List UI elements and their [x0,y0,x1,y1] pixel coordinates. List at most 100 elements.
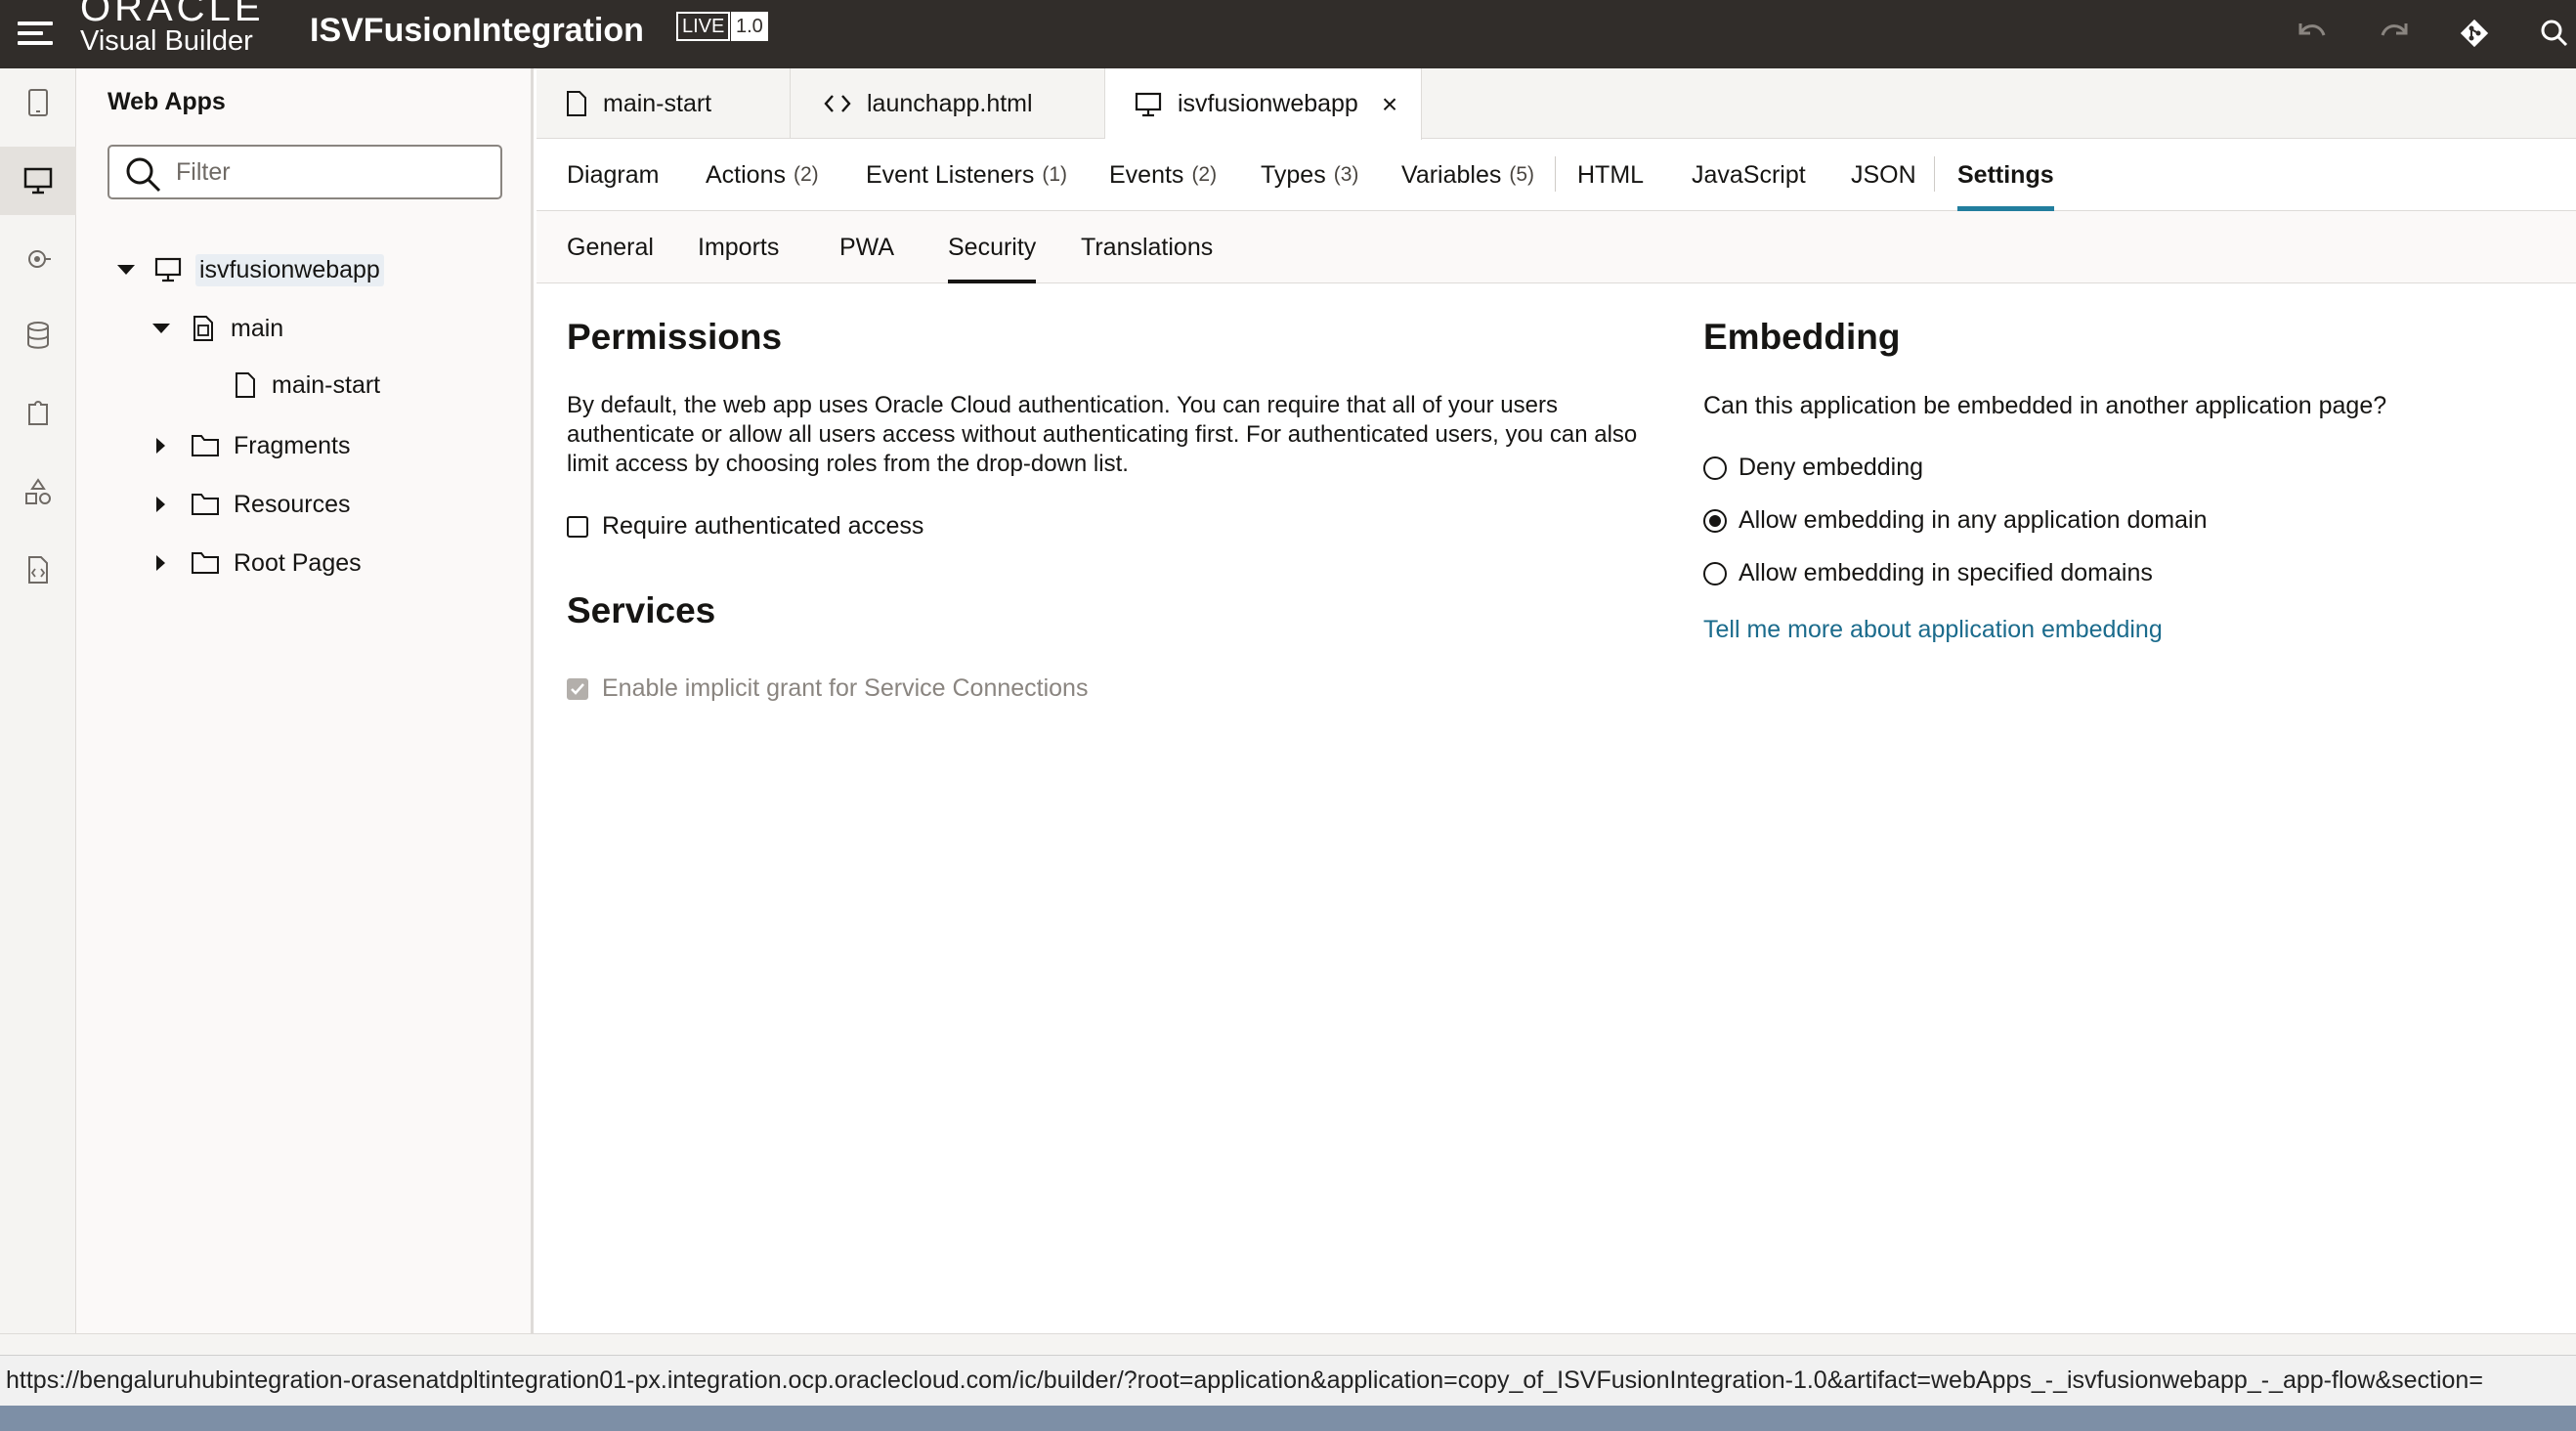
tree-node-root-pages[interactable]: Root Pages [156,542,362,585]
business-objects-icon[interactable] [0,301,76,369]
tab-variables[interactable]: Variables (5) [1401,139,1534,211]
checkbox-label: Enable implicit grant for Service Connec… [602,674,1089,702]
tree-node-isvfusionwebapp[interactable]: isvfusionwebapp [117,248,384,291]
embedding-heading: Embedding [1703,317,1901,357]
services-heading: Services [567,590,716,630]
tab-actions[interactable]: Actions (2) [706,139,819,211]
mobile-apps-icon[interactable] [0,68,76,137]
folder-icon [191,492,220,517]
folder-icon [191,550,220,576]
tree-node-resources[interactable]: Resources [156,483,351,526]
radio-allow-specified-domains[interactable]: Allow embedding in specified domains [1703,559,2153,587]
checkbox-box[interactable] [567,515,588,538]
tab-settings[interactable]: Settings [1957,139,2054,211]
tree-node-label: isvfusionwebapp [195,253,384,286]
tree-node-main[interactable]: main [152,307,283,350]
expand-icon[interactable] [156,555,165,571]
search-icon [125,156,162,198]
radio-button[interactable] [1703,508,1727,533]
require-auth-checkbox[interactable]: Require authenticated access [567,512,923,541]
radio-label: Allow embedding in specified domains [1739,559,2153,586]
radio-button[interactable] [1703,455,1727,480]
page-icon [566,90,587,117]
tab-event-listeners[interactable]: Event Listeners (1) [866,139,1067,211]
code-icon [824,93,851,114]
radio-deny-embedding[interactable]: Deny embedding [1703,454,1923,482]
app-name[interactable]: ISVFusionIntegration [310,12,644,50]
tab-diagram[interactable]: Diagram [567,139,659,211]
checkbox-box [567,677,588,700]
document-tabs: main-start launchapp.html isvfusionwebap… [537,68,2576,140]
logo-product-text: Visual Builder [80,25,253,57]
tree-node-main-start[interactable]: main-start [235,364,380,407]
tab-types[interactable]: Types (3) [1261,139,1358,211]
tree-node-label: main-start [272,370,381,399]
editor-area: main-start launchapp.html isvfusionwebap… [537,68,2576,1333]
tab-javascript[interactable]: JavaScript [1692,139,1806,211]
tab-json[interactable]: JSON [1851,139,1916,211]
tab-general[interactable]: General [567,211,654,283]
page-icon [235,371,256,399]
tab-imports[interactable]: Imports [698,211,779,283]
filter-field[interactable] [107,145,502,199]
tab-count: (2) [793,163,819,186]
web-apps-icon[interactable] [0,147,76,215]
redo-icon[interactable] [2375,14,2414,53]
search-icon[interactable] [2535,14,2574,53]
settings-section-tabs: General Imports PWA Security Translation… [537,211,2576,283]
embedding-question: Can this application be embedded in anot… [1703,392,2387,419]
collapse-icon[interactable] [117,265,135,275]
tab-label: JavaScript [1692,160,1806,189]
collapse-icon[interactable] [152,324,170,333]
services-icon[interactable] [0,225,76,293]
filter-input[interactable] [176,154,489,190]
doc-tab-launchapp[interactable]: launchapp.html [791,68,1105,139]
app-header: ORACLE Visual Builder ISVFusionIntegrati… [0,0,2576,68]
doc-tab-isvfusionwebapp[interactable]: isvfusionwebapp × [1105,68,1422,140]
tab-label: Variables [1401,160,1502,189]
tab-count: (2) [1191,163,1218,186]
tab-label: HTML [1577,160,1645,189]
components-icon[interactable] [0,379,76,448]
doc-tab-main-start[interactable]: main-start [537,68,791,139]
doc-tab-label: isvfusionwebapp [1178,90,1358,117]
tab-events[interactable]: Events (2) [1109,139,1217,211]
git-icon[interactable] [2455,14,2494,53]
monitor-icon [1135,92,1162,117]
tab-label: General [567,233,654,261]
radio-button[interactable] [1703,561,1727,585]
tab-label: Imports [698,233,780,261]
close-icon[interactable]: × [1382,89,1397,120]
tab-translations[interactable]: Translations [1081,211,1213,283]
tab-label: Settings [1957,160,2054,189]
radio-allow-any-domain[interactable]: Allow embedding in any application domai… [1703,506,2207,535]
expand-icon[interactable] [156,497,165,512]
radio-label: Allow embedding in any application domai… [1739,506,2208,534]
tree-node-fragments[interactable]: Fragments [156,424,350,467]
permissions-description: By default, the web app uses Oracle Clou… [567,392,1638,477]
tab-label: Types [1261,160,1326,189]
expand-icon[interactable] [156,438,165,454]
radio-label: Deny embedding [1739,454,1924,481]
undo-icon[interactable] [2293,14,2332,53]
tab-security[interactable]: Security [948,211,1037,283]
tab-label: Event Listeners [866,160,1035,189]
radio-selected-dot [1709,514,1721,527]
menu-icon[interactable] [18,18,53,51]
tree-node-label: Fragments [234,431,351,459]
embedding-help-link[interactable]: Tell me more about application embedding [1703,616,2163,644]
browser-status-url: https://bengaluruhubintegration-orasenat… [0,1355,2576,1406]
tab-label: Actions [706,160,786,189]
flow-icon [192,315,215,342]
source-icon[interactable] [0,536,76,604]
navigator-title: Web Apps [107,88,226,115]
tab-count: (3) [1333,163,1359,186]
tab-label: JSON [1851,160,1916,189]
tab-html[interactable]: HTML [1577,139,1644,211]
layouts-icon[interactable] [0,457,76,526]
doc-tab-label: launchapp.html [867,89,1033,117]
web-apps-navigator: Web Apps isvfusionwebapp main main-start… [76,68,534,1333]
tab-pwa[interactable]: PWA [839,211,894,283]
editor-subtabs: Diagram Actions (2) Event Listeners (1) Ev… [537,139,2576,211]
folder-icon [191,433,220,458]
